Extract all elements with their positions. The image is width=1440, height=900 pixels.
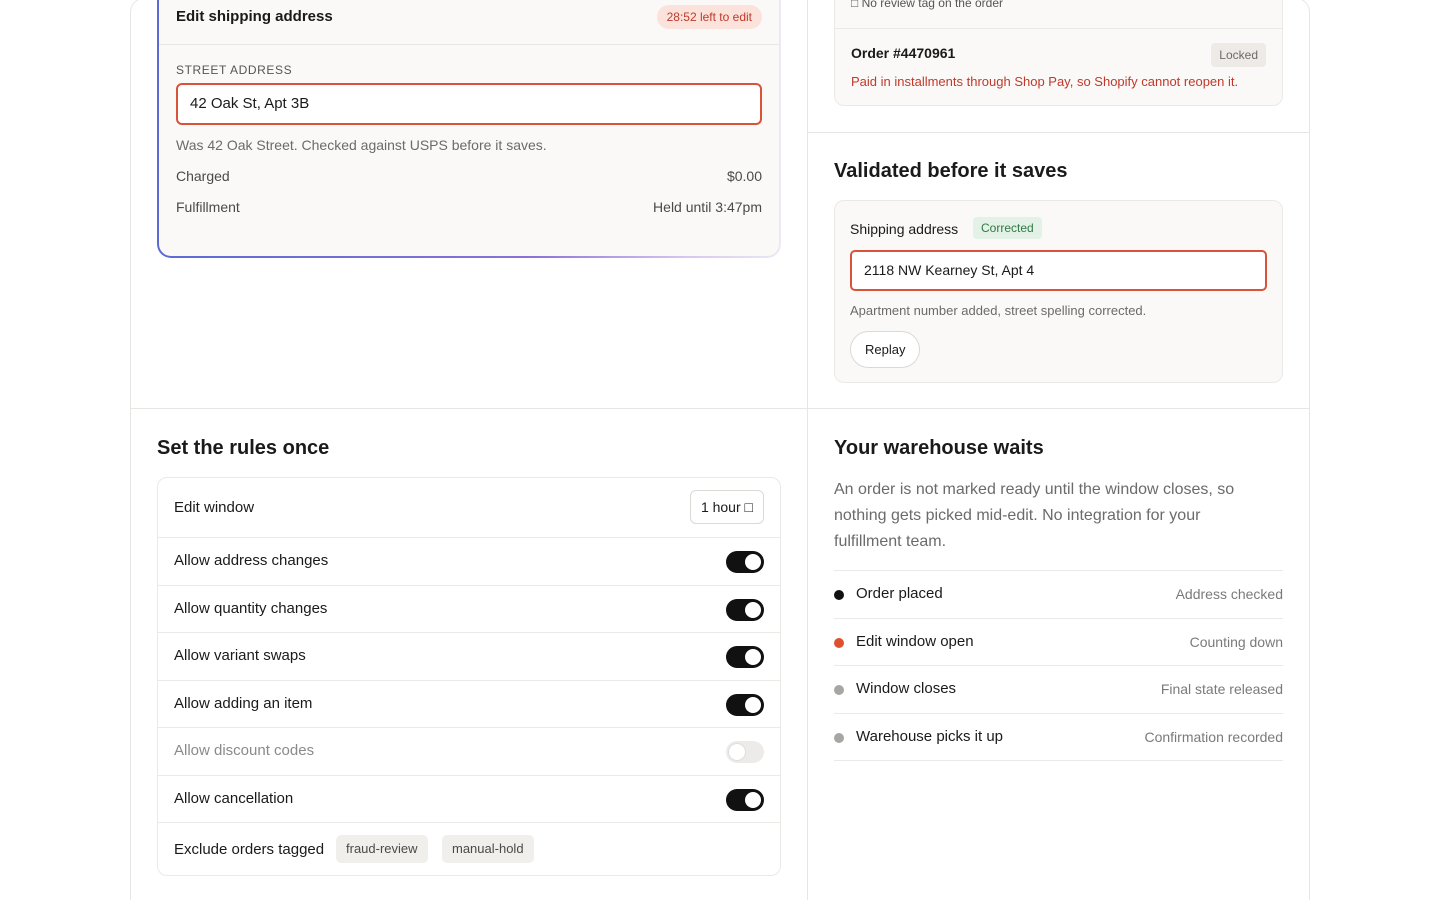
status-dot-icon bbox=[834, 685, 844, 695]
column-divider bbox=[807, 0, 808, 900]
shipping-address-input[interactable]: 2118 NW Kearney St, Apt 4 bbox=[850, 250, 1267, 291]
toggle-knob bbox=[745, 601, 761, 618]
validated-hint: Apartment number added, street spelling … bbox=[850, 303, 1147, 318]
order-number: Order #4470961 bbox=[851, 45, 956, 61]
warehouse-title: Your warehouse waits bbox=[834, 437, 1044, 459]
toggle-knob bbox=[745, 649, 761, 665]
step-status: Confirmation recorded bbox=[1144, 728, 1283, 745]
fulfillment-label: Fulfillment bbox=[176, 199, 240, 215]
toggle-knob bbox=[729, 744, 745, 760]
charged-label: Charged bbox=[176, 168, 230, 184]
tag-chip-manual-hold[interactable]: manual-hold bbox=[442, 835, 534, 863]
rule-toggle-switch[interactable] bbox=[726, 741, 764, 763]
step-name: Window closes bbox=[856, 680, 957, 697]
rule-row-toggle: Allow address changes bbox=[158, 538, 780, 586]
rule-toggle-label: Allow quantity changes bbox=[174, 599, 328, 617]
warehouse-description: An order is not marked ready until the w… bbox=[834, 481, 1235, 550]
rule-toggle-switch[interactable] bbox=[726, 693, 764, 716]
order-note: Paid in installments through Shop Pay, s… bbox=[851, 74, 1239, 89]
rule-row-toggle: Allow quantity changes bbox=[158, 586, 780, 633]
rule-row-exclude-tags: Exclude orders tagged fraud-review manua… bbox=[158, 823, 780, 875]
rule-toggle-label: Allow adding an item bbox=[174, 694, 313, 712]
street-address-hint: Was 42 Oak Street. Checked against USPS … bbox=[176, 137, 547, 153]
timeline-step: Order placed Address checked bbox=[834, 570, 1283, 618]
charged-row: Charged $0.00 bbox=[176, 168, 762, 184]
toggle-knob bbox=[745, 554, 761, 570]
review-tag-line: □ No review tag on the order bbox=[851, 0, 1003, 10]
status-dot-icon bbox=[834, 732, 844, 743]
shipping-address-label: Shipping address bbox=[850, 221, 959, 237]
edit-card-title: Edit shipping address bbox=[176, 8, 333, 25]
toggle-knob bbox=[745, 791, 761, 808]
tag-chip-fraud-review[interactable]: fraud-review bbox=[336, 835, 428, 863]
street-address-input[interactable]: 42 Oak St, Apt 3B bbox=[176, 83, 762, 125]
edit-timer-badge: 28:52 left to edit bbox=[656, 5, 762, 29]
rule-toggle-label: Allow discount codes bbox=[174, 742, 315, 759]
rule-toggle-label: Allow variant swaps bbox=[174, 647, 306, 664]
step-status: Final state released bbox=[1160, 681, 1283, 697]
section-divider-top-right bbox=[807, 132, 1310, 133]
step-name: Order placed bbox=[856, 585, 943, 602]
edit-window-select[interactable]: 1 hour □ bbox=[689, 490, 764, 524]
corrected-badge: Corrected bbox=[973, 217, 1042, 239]
validated-title: Validated before it saves bbox=[834, 160, 1068, 182]
rules-title: Set the rules once bbox=[157, 437, 330, 459]
toggle-knob bbox=[745, 696, 761, 713]
street-address-label: STREET ADDRESS bbox=[176, 63, 293, 77]
step-name: Edit window open bbox=[856, 632, 974, 650]
timeline-step: Window closes Final state released bbox=[834, 665, 1283, 713]
rule-toggle-switch[interactable] bbox=[726, 598, 764, 621]
review-tag-text: No review tag on the order bbox=[861, 0, 1004, 10]
rule-row-toggle: Allow discount codes bbox=[158, 728, 780, 776]
rule-toggle-label: Allow address changes bbox=[174, 552, 329, 569]
edit-shipping-card: Edit shipping address 28:52 left to edit… bbox=[157, 0, 781, 258]
locked-badge: Locked bbox=[1211, 43, 1266, 67]
status-dot-icon bbox=[834, 637, 844, 648]
rule-row-toggle: Allow adding an item bbox=[158, 681, 780, 728]
step-status: Counting down bbox=[1189, 633, 1283, 650]
status-dot-icon bbox=[834, 590, 844, 600]
rule-toggle-label: Allow cancellation bbox=[174, 789, 294, 807]
timeline-step: Edit window open Counting down bbox=[834, 617, 1283, 666]
rule-row-edit-window: Edit window 1 hour □ bbox=[158, 478, 780, 538]
timeline-step: Warehouse picks it up Confirmation record… bbox=[834, 712, 1283, 761]
rule-toggle-switch[interactable] bbox=[726, 551, 764, 573]
edit-window-value: 1 hour bbox=[700, 499, 741, 515]
fulfillment-value: Held until 3:47pm bbox=[653, 199, 762, 215]
edit-window-label: Edit window bbox=[174, 499, 255, 516]
rule-row-toggle: Allow cancellation bbox=[158, 776, 780, 823]
section-divider-middle bbox=[130, 408, 1310, 409]
validated-card: Shipping address Corrected 2118 NW Kearn… bbox=[834, 200, 1283, 383]
fulfillment-row: Fulfillment Held until 3:47pm bbox=[176, 199, 762, 215]
step-status: Address checked bbox=[1175, 586, 1283, 602]
replay-button[interactable]: Replay bbox=[850, 331, 921, 368]
rule-toggle-switch[interactable] bbox=[726, 788, 764, 811]
rules-list: Edit window 1 hour □ Allow address chang… bbox=[157, 477, 781, 876]
order-card: □ No review tag on the order Order #4470… bbox=[834, 0, 1283, 106]
step-name: Warehouse picks it up bbox=[856, 727, 1004, 745]
exclude-tags-label: Exclude orders tagged bbox=[174, 841, 325, 858]
order-card-divider bbox=[835, 28, 1282, 29]
square-icon: □ bbox=[851, 0, 859, 10]
chevron-down-icon: □ bbox=[744, 499, 753, 515]
charged-value: $0.00 bbox=[726, 168, 762, 184]
rule-row-toggle: Allow variant swaps bbox=[158, 633, 780, 681]
edit-card-header: Edit shipping address 28:52 left to edit bbox=[159, 2, 779, 45]
rule-toggle-switch[interactable] bbox=[726, 646, 764, 668]
